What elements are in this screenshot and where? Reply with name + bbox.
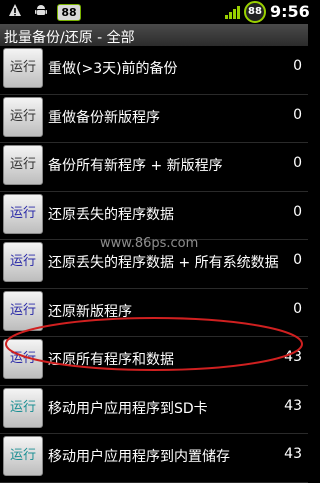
batch-list: 运行 重做(>3天)前的备份 0 运行 重做备份新版程序 0 运行 备份所有新程序 + 新版程… — [0, 46, 308, 483]
list-item[interactable]: 运行 移动用户应用程序到SD卡 43 — [0, 385, 308, 434]
row-count: 0 — [293, 106, 302, 123]
watermark: www.86ps.com — [100, 236, 199, 251]
battery-ring-icon: 88 — [244, 1, 266, 23]
row-label: 重做(>3天)前的备份 — [48, 61, 178, 77]
row-label: 移动用户应用程序到内置储存 — [48, 449, 230, 465]
row-label: 还原丢失的程序数据 + 所有系统数据 — [48, 255, 279, 271]
row-count: 0 — [293, 58, 302, 74]
run-button[interactable]: 运行 — [3, 290, 43, 331]
row-label: 还原新版程序 — [48, 303, 132, 320]
run-button[interactable]: 运行 — [3, 48, 43, 88]
warning-icon — [9, 4, 21, 16]
run-button[interactable]: 运行 — [3, 193, 43, 234]
android-icon — [35, 5, 47, 15]
run-button[interactable]: 运行 — [3, 242, 43, 282]
row-count: 0 — [293, 155, 302, 171]
battery-badge: 88 — [57, 4, 81, 21]
row-label: 备份所有新程序 + 新版程序 — [48, 158, 223, 174]
row-label: 重做备份新版程序 — [48, 109, 160, 126]
row-label: 还原所有程序和数据 — [48, 352, 174, 368]
list-item[interactable]: 运行 还原新版程序 0 — [0, 288, 308, 337]
run-button[interactable]: 运行 — [3, 339, 43, 379]
list-item[interactable]: 运行 还原丢失的程序数据 0 — [0, 191, 308, 240]
list-item[interactable]: 运行 还原所有程序和数据 43 — [0, 337, 308, 386]
run-button[interactable]: 运行 — [3, 387, 43, 428]
row-count: 0 — [293, 203, 302, 220]
signal-icon — [225, 6, 240, 19]
row-count: 43 — [284, 349, 302, 365]
page-title: 批量备份/还原 - 全部 — [4, 30, 135, 46]
clock: 9:56 — [270, 2, 310, 21]
run-button[interactable]: 运行 — [3, 436, 43, 476]
row-count: 43 — [284, 397, 302, 414]
row-count: 0 — [293, 300, 302, 317]
list-item[interactable]: 运行 重做备份新版程序 0 — [0, 94, 308, 143]
row-label: 移动用户应用程序到SD卡 — [48, 400, 208, 417]
row-count: 43 — [284, 446, 302, 462]
status-bar: 88 88 9:56 — [0, 0, 310, 24]
title-bar: 批量备份/还原 - 全部 — [0, 24, 308, 47]
row-label: 还原丢失的程序数据 — [48, 206, 174, 223]
list-item[interactable]: 运行 重做(>3天)前的备份 0 — [0, 46, 308, 95]
run-button[interactable]: 运行 — [3, 145, 43, 185]
list-item[interactable]: 运行 移动用户应用程序到内置储存 43 — [0, 434, 308, 483]
list-item[interactable]: 运行 备份所有新程序 + 新版程序 0 — [0, 143, 308, 192]
run-button[interactable]: 运行 — [3, 96, 43, 137]
row-count: 0 — [293, 252, 302, 268]
